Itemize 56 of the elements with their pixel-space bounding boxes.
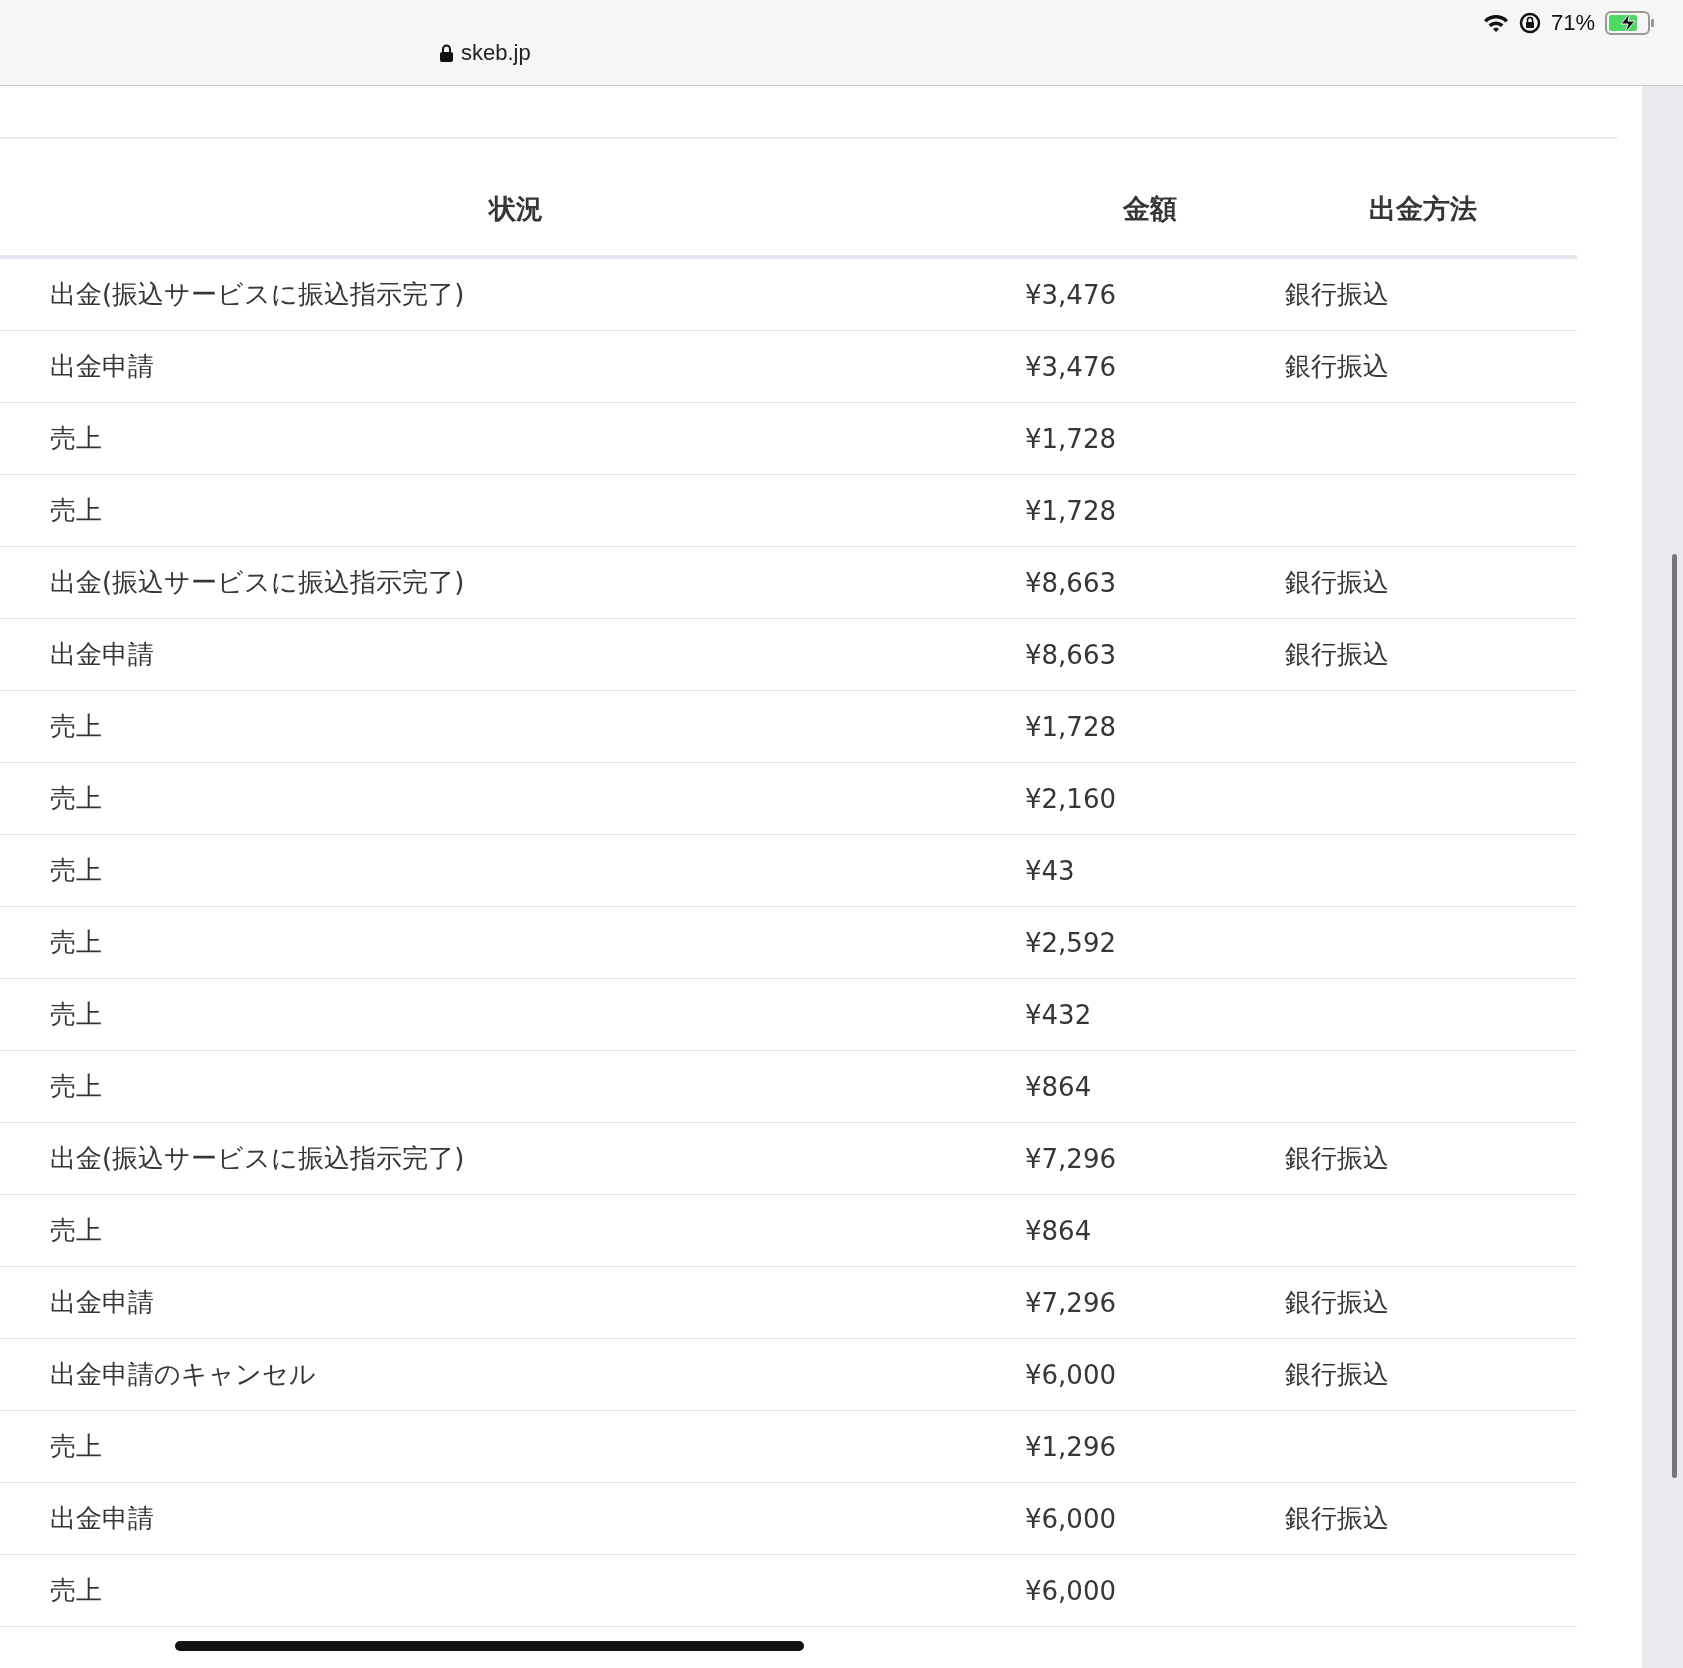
status-cell-text: 売上 bbox=[49, 782, 103, 815]
amount-cell-text: ¥1,296 bbox=[1024, 1431, 1117, 1462]
amount-cell-text: ¥1,728 bbox=[1024, 495, 1117, 526]
method-cell-text: 銀行振込 bbox=[1284, 1142, 1390, 1175]
amount-cell-text: ¥7,296 bbox=[1024, 1287, 1117, 1318]
status-cell-text: 売上 bbox=[49, 1214, 103, 1247]
status-cell-text: 売上 bbox=[49, 1574, 103, 1607]
amount-cell-text: ¥1,728 bbox=[1024, 423, 1117, 454]
method-cell-text: 銀行振込 bbox=[1284, 278, 1390, 311]
method-cell-text: 銀行振込 bbox=[1284, 1358, 1390, 1391]
status-cell-text: 売上 bbox=[49, 1430, 103, 1463]
amount-cell-text: ¥43 bbox=[1024, 855, 1076, 886]
amount-cell-text: ¥8,663 bbox=[1024, 639, 1117, 670]
status-cell-text: 売上 bbox=[49, 854, 103, 887]
amount-cell-text: ¥8,663 bbox=[1024, 567, 1117, 598]
method-cell-text: 銀行振込 bbox=[1284, 350, 1390, 383]
amount-cell-text: ¥864 bbox=[1024, 1071, 1093, 1102]
status-cell-text: 出金申請 bbox=[49, 350, 155, 383]
method-cell-text: 銀行振込 bbox=[1284, 1502, 1390, 1535]
amount-cell-text: ¥3,476 bbox=[1024, 351, 1117, 382]
amount-cell-text: ¥864 bbox=[1024, 1215, 1093, 1246]
status-cell-text: 出金(振込サービスに振込指示完了) bbox=[49, 1142, 466, 1175]
amount-cell-text: ¥2,160 bbox=[1024, 783, 1117, 814]
method-cell-text: 銀行振込 bbox=[1284, 1286, 1390, 1319]
amount-cell-text: ¥7,296 bbox=[1024, 1143, 1117, 1174]
method-cell-text: 銀行振込 bbox=[1284, 638, 1390, 671]
wifi-icon bbox=[1482, 13, 1509, 33]
status-cell-text: 売上 bbox=[49, 422, 103, 455]
status-cell-text: 売上 bbox=[49, 998, 103, 1031]
status-cell-text: 出金申請 bbox=[49, 1502, 155, 1535]
status-cell-text: 売上 bbox=[49, 494, 103, 527]
amount-cell-text: ¥2,592 bbox=[1024, 927, 1117, 958]
rotation-lock-icon bbox=[1518, 12, 1541, 34]
status-cell-text: 出金申請のキャンセル bbox=[49, 1358, 317, 1391]
scrollbar-thumb[interactable] bbox=[1672, 554, 1677, 1478]
status-cell-text: 出金(振込サービスに振込指示完了) bbox=[49, 278, 466, 311]
lock-icon bbox=[440, 44, 453, 62]
amount-cell-text: ¥1,728 bbox=[1024, 711, 1117, 742]
amount-cell-text: ¥6,000 bbox=[1024, 1503, 1117, 1534]
status-cell-text: 出金(振込サービスに振込指示完了) bbox=[49, 566, 466, 599]
url-text[interactable]: skeb.jp bbox=[461, 40, 531, 66]
column-header: 状況 bbox=[487, 192, 544, 226]
amount-cell-text: ¥3,476 bbox=[1024, 279, 1117, 310]
status-cell-text: 売上 bbox=[49, 926, 103, 959]
amount-cell-text: ¥6,000 bbox=[1024, 1359, 1117, 1390]
column-header: 金額 bbox=[1122, 192, 1178, 226]
battery-percentage: 71% bbox=[1550, 10, 1595, 36]
status-cell-text: 出金申請 bbox=[49, 1286, 155, 1319]
battery-charging-icon bbox=[1605, 11, 1655, 35]
status-cell-text: 売上 bbox=[49, 710, 103, 743]
amount-cell-text: ¥432 bbox=[1024, 999, 1093, 1030]
status-cell-text: 売上 bbox=[49, 1070, 103, 1103]
method-cell-text: 銀行振込 bbox=[1284, 566, 1390, 599]
column-header: 出金方法 bbox=[1367, 192, 1478, 226]
amount-cell-text: ¥6,000 bbox=[1024, 1575, 1117, 1606]
status-cell-text: 出金申請 bbox=[49, 638, 155, 671]
